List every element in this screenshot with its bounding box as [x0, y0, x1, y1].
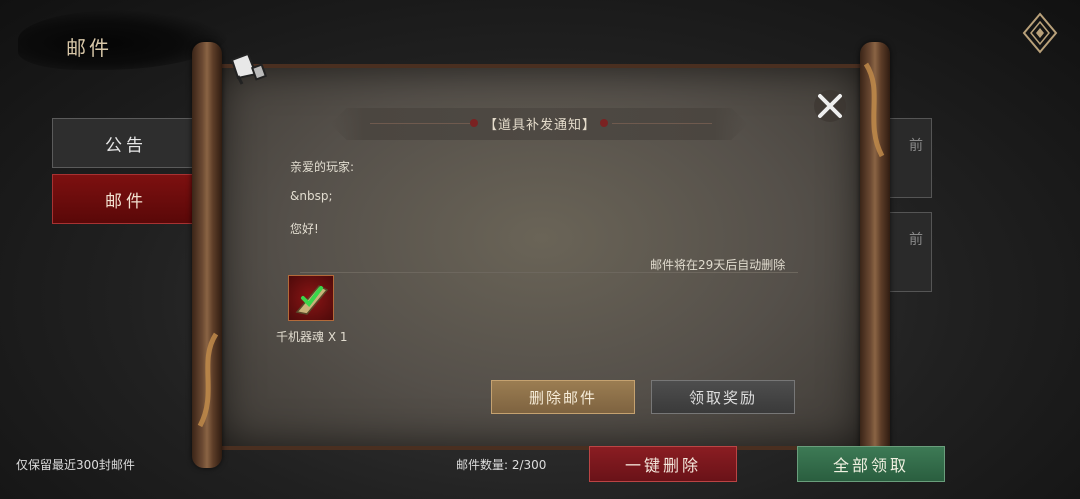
mail-count: 邮件数量: 2/300 — [456, 458, 547, 472]
mail-body-line: &nbsp; — [290, 189, 333, 203]
back-emblem-icon[interactable] — [1020, 12, 1060, 54]
attachment-label: 千机器魂 X 1 — [276, 330, 348, 344]
megaphone-icon — [230, 52, 268, 85]
mail-body-line: 您好! — [290, 222, 319, 236]
scroll-rod-right — [860, 42, 890, 468]
scroll-rod-left — [192, 42, 222, 468]
attachment-item-icon — [295, 285, 329, 315]
delete-mail-button[interactable]: 删除邮件 — [491, 380, 635, 414]
delete-all-button[interactable]: 一键删除 — [589, 446, 737, 482]
expire-note: 邮件将在29天后自动删除 — [650, 258, 786, 272]
rod-ornament-icon — [197, 332, 219, 428]
rod-ornament-icon — [863, 62, 885, 158]
page-title: 邮件 — [66, 36, 112, 60]
mail-list-item-label: 前 — [909, 232, 923, 248]
divider — [300, 272, 798, 273]
claim-all-button[interactable]: 全部领取 — [797, 446, 945, 482]
close-icon[interactable] — [812, 88, 848, 124]
mail-title: 【道具补发通知】 — [483, 118, 596, 133]
attachment-item[interactable] — [288, 275, 334, 321]
tab-mail[interactable]: 邮件 — [52, 174, 200, 224]
mail-greeting: 亲爱的玩家: — [290, 160, 355, 174]
mail-list-item-label: 前 — [909, 138, 923, 154]
claim-reward-button[interactable]: 领取奖励 — [651, 380, 795, 414]
footer-note: 仅保留最近300封邮件 — [16, 458, 135, 472]
